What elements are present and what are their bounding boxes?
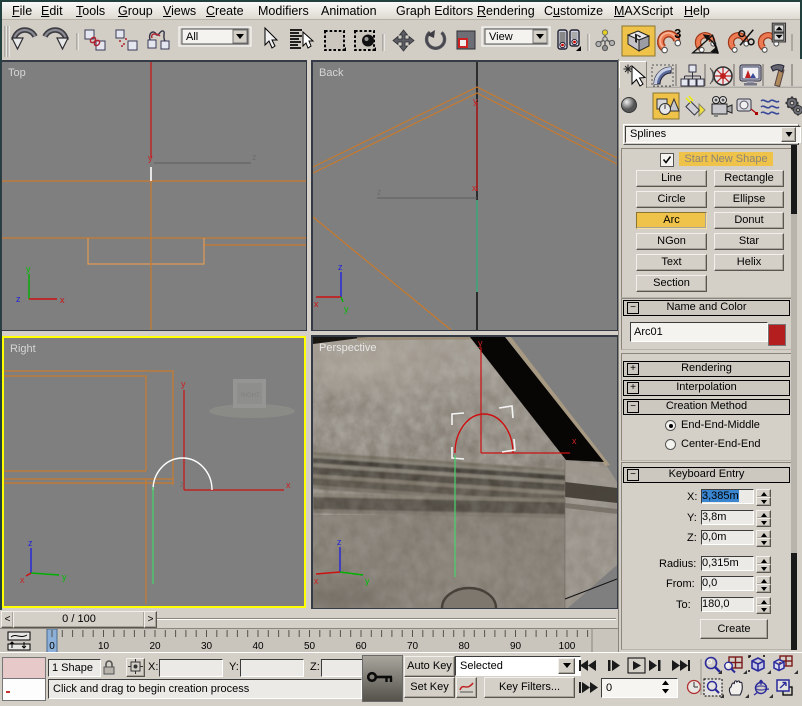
svg-text:100: 100	[559, 641, 576, 652]
svg-text:Perspective: Perspective	[319, 342, 376, 354]
svg-text:90: 90	[510, 641, 522, 652]
svg-text:x: x	[472, 183, 477, 193]
svg-text:z: z	[252, 152, 257, 162]
svg-text:z: z	[337, 537, 342, 547]
svg-text:View: View	[489, 31, 513, 43]
svg-text:Right: Right	[10, 343, 36, 355]
svg-text:z: z	[377, 187, 382, 197]
svg-text:RIGHT: RIGHT	[241, 393, 260, 399]
svg-text:z: z	[338, 262, 343, 272]
svg-text:z: z	[16, 294, 21, 304]
svg-text:30: 30	[201, 641, 213, 652]
svg-text:x: x	[314, 299, 319, 309]
svg-text:x: x	[572, 436, 577, 446]
svg-text:y: y	[148, 153, 153, 163]
svg-text:y: y	[26, 264, 31, 274]
svg-text:50: 50	[304, 641, 316, 652]
svg-text:y: y	[473, 96, 478, 106]
svg-text:x: x	[286, 480, 291, 490]
svg-text:60: 60	[355, 641, 367, 652]
svg-text:10: 10	[98, 641, 110, 652]
svg-text:x: x	[314, 576, 319, 586]
svg-text:40: 40	[252, 641, 264, 652]
svg-text:z: z	[180, 479, 185, 489]
svg-text:80: 80	[458, 641, 470, 652]
svg-text:y: y	[478, 338, 483, 348]
svg-text:70: 70	[407, 641, 419, 652]
svg-text:All: All	[186, 31, 198, 43]
svg-text:y: y	[62, 572, 67, 582]
svg-text:Back: Back	[319, 67, 344, 79]
svg-text:y: y	[365, 576, 370, 586]
svg-text:y: y	[181, 379, 186, 389]
svg-text:z: z	[28, 538, 33, 548]
svg-text:0: 0	[49, 641, 55, 652]
svg-text:3: 3	[674, 27, 681, 41]
svg-text:y: y	[344, 304, 349, 314]
svg-text:20: 20	[149, 641, 161, 652]
svg-text:Top: Top	[8, 67, 26, 79]
svg-text:x: x	[60, 295, 65, 305]
svg-text:x: x	[20, 575, 25, 585]
